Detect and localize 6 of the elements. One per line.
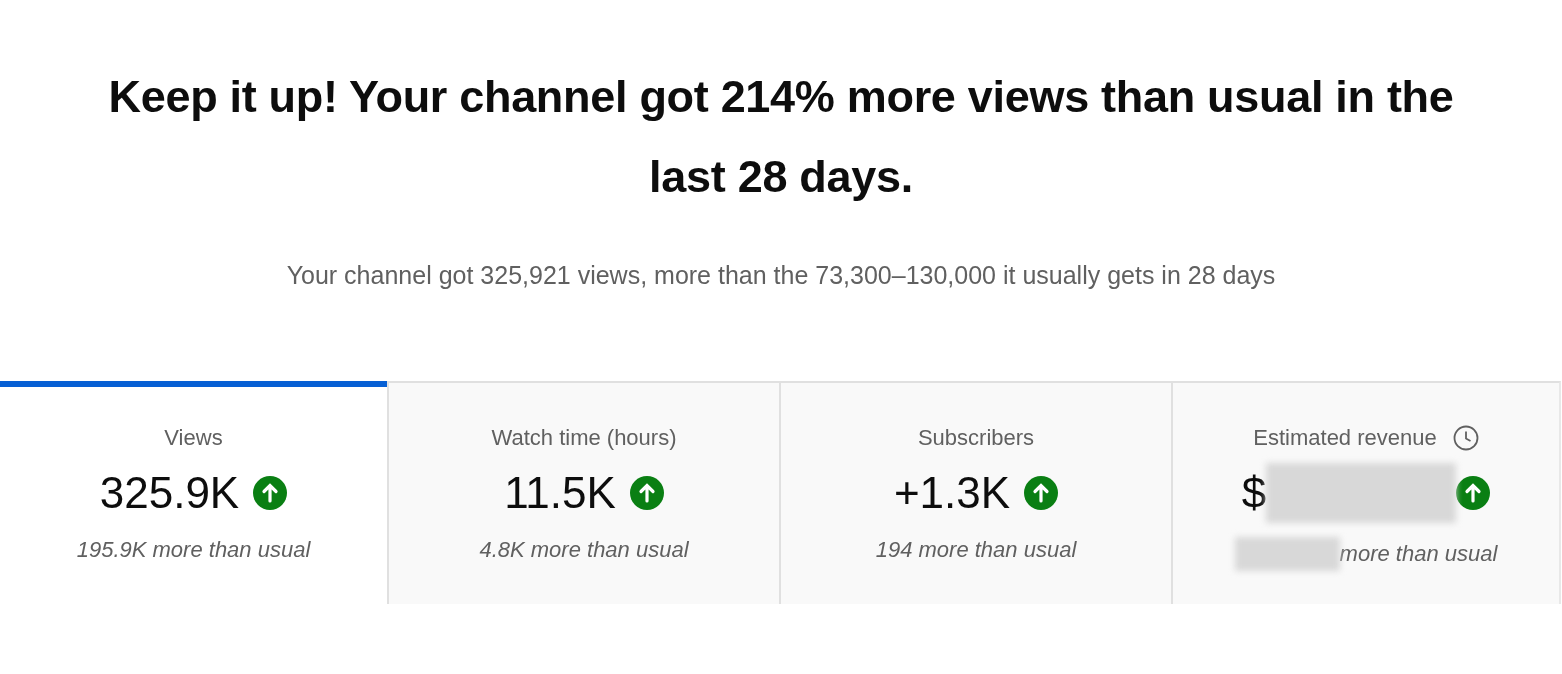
metric-tab[interactable]: Subscribers +1.3K 194 more than usual xyxy=(779,381,1171,604)
clock-icon xyxy=(1452,425,1479,451)
headline: Keep it up! Your channel got 214% more views than usual in the last 28 days. xyxy=(107,70,1455,204)
metric-tab[interactable]: Watch time (hours) 11.5K 4.8K more than usual xyxy=(387,381,779,604)
summary-text: Your channel got 325,921 views, more than the 73,300–130,000 it usually gets in 28 days xyxy=(285,260,1277,290)
metric-tab[interactable]: Estimated revenue $ more than usual xyxy=(1171,381,1561,604)
